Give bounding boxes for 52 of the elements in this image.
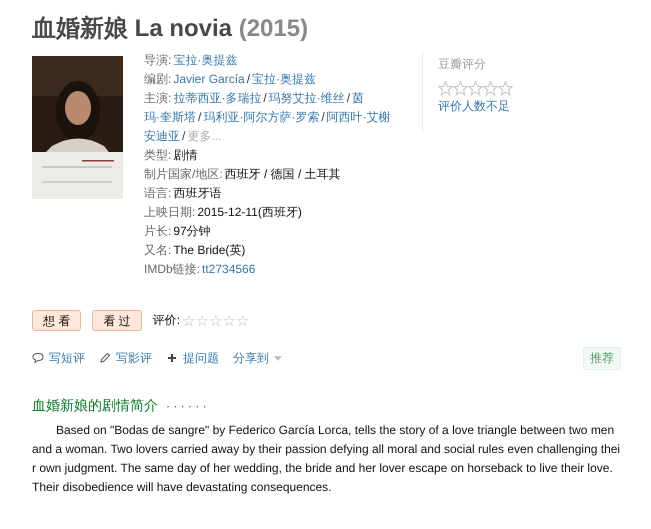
separator-slash: / [198, 110, 202, 124]
pencil-icon [99, 352, 111, 364]
action-link[interactable]: 分享到 [233, 350, 269, 366]
info-label: 上映日期: [144, 205, 196, 219]
separator-slash: / [246, 72, 250, 86]
info-value: 西班牙语 [173, 186, 222, 200]
info-link[interactable]: 阿西叶·艾榭 [326, 110, 391, 124]
info-value: 剧情 [173, 148, 198, 162]
synopsis-text: Based on "Bodas de sangre" by Federico García Lorca, tells the story of a love triangle between two men and a woman. Two lovers carried away by their passion defying all moral and social rules even challenging their own judgment. The same day of her wedding, the bride and her lover escape on horseback to live their love. Their disobedience will have devastating consequences. [32, 422, 621, 496]
info-label: 片长: [144, 224, 172, 238]
rate-label: 评价: [152, 312, 180, 329]
info-link[interactable]: 玛努艾拉·维丝 [268, 91, 345, 105]
separator-slash: / [321, 110, 325, 124]
action-link[interactable]: 写影评 [116, 350, 152, 366]
recommend-button[interactable]: 推荐 [583, 346, 621, 370]
info-link[interactable]: 茵 [352, 91, 364, 105]
heading-dots: · · · · · · [166, 399, 207, 413]
mark-button[interactable]: 看 过 [92, 310, 142, 331]
info-label: 导演: [144, 53, 172, 67]
info-label: 主演: [144, 91, 172, 105]
movie-title: 血婚新娘 La novia [32, 15, 232, 42]
info-link[interactable]: Javier García [173, 72, 245, 86]
info-link[interactable]: 宝拉·奥提兹 [173, 53, 238, 67]
info-label: IMDb链接: [144, 262, 200, 276]
movie-year: (2015) [238, 15, 308, 42]
separator-slash: / [182, 129, 186, 143]
info-label: 制片国家/地区: [144, 167, 223, 181]
info-value: 西班牙 / 德国 / 土耳其 [224, 167, 341, 181]
caret-icon[interactable] [274, 356, 282, 360]
info-link[interactable]: 安迪亚 [144, 129, 180, 143]
rating-title: 豆瓣评分 [438, 56, 487, 73]
info-label: 编剧: [144, 72, 172, 86]
rating-note[interactable]: 评价人数不足 [438, 98, 513, 115]
plus-icon [166, 352, 178, 364]
info-link[interactable]: 拉蒂西亚·多瑞拉 [173, 91, 262, 105]
info-link[interactable]: tt2734566 [202, 262, 256, 276]
mark-button[interactable]: 想 看 [32, 310, 82, 331]
info-value: 97分钟 [173, 224, 211, 238]
action-link[interactable]: 提问题 [183, 350, 219, 366]
info-value: The Bride(英) [173, 243, 246, 257]
comment-icon [32, 352, 44, 364]
info-value: 2015-12-11(西班牙) [197, 205, 302, 219]
info-link[interactable]: 宝拉·奥提兹 [252, 72, 316, 86]
info-label: 语言: [144, 186, 172, 200]
info-label: 类型: [144, 148, 172, 162]
info-link[interactable]: 玛·奎斯塔 [144, 110, 196, 124]
section-heading: 血婚新娘的剧情简介 [32, 397, 158, 413]
info-link[interactable]: 玛利亚·阿尔方萨·罗索 [203, 110, 320, 124]
action-link[interactable]: 写短评 [49, 350, 85, 366]
separator-slash: / [346, 91, 350, 105]
info-label: 又名: [144, 243, 172, 257]
separator-slash: / [263, 91, 267, 105]
